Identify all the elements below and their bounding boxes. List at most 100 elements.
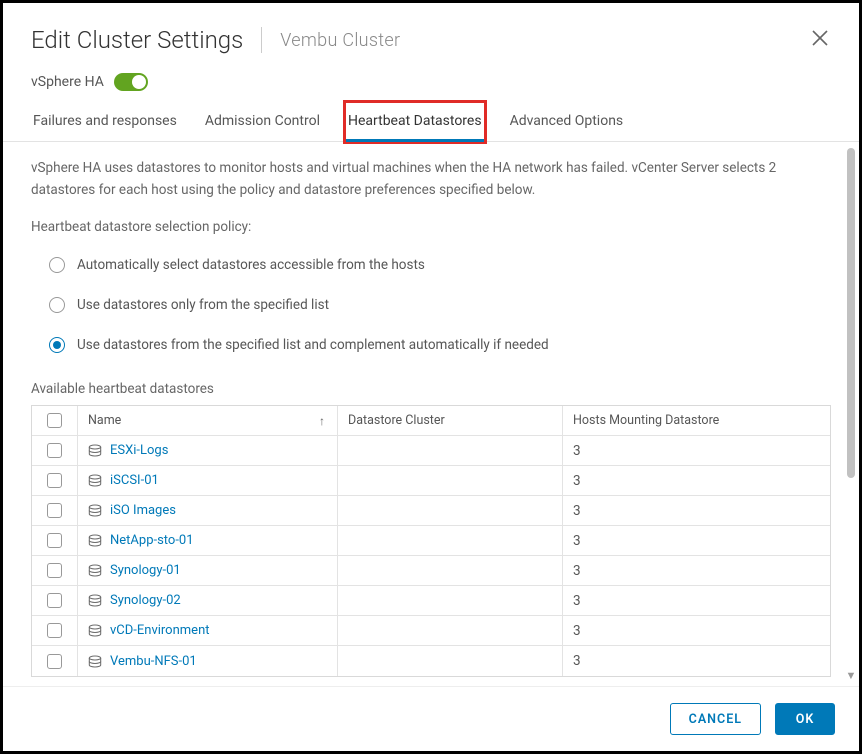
row-checkbox[interactable] — [47, 563, 62, 578]
row-name-cell: vCD-Environment — [78, 616, 338, 645]
description-text: vSphere HA uses datastores to monitor ho… — [31, 158, 831, 201]
toggle-knob — [132, 75, 146, 89]
row-checkbox-cell — [32, 616, 78, 645]
datastore-icon — [88, 444, 102, 457]
datastore-link[interactable]: ESXi-Logs — [110, 443, 168, 458]
cancel-button[interactable]: CANCEL — [670, 703, 761, 735]
dialog-frame: Edit Cluster Settings Vembu Cluster vSph… — [0, 0, 862, 754]
row-checkbox-cell — [32, 586, 78, 615]
row-checkbox[interactable] — [47, 443, 62, 458]
scroll-thumb[interactable] — [847, 148, 855, 478]
datastore-icon — [88, 655, 102, 668]
vsphere-ha-toggle[interactable] — [114, 73, 148, 91]
row-hosts-cell: 3 — [563, 436, 830, 465]
table-row: iSO Images 3 — [32, 496, 830, 526]
row-hosts-cell: 3 — [563, 646, 830, 676]
row-hosts-cell: 3 — [563, 616, 830, 645]
policy-option-label: Use datastores from the specified list a… — [77, 337, 549, 353]
row-cluster-cell — [338, 646, 563, 676]
content-scrollbar[interactable]: ▼ — [845, 148, 857, 680]
dialog-title: Edit Cluster Settings — [31, 26, 243, 54]
header-cluster[interactable]: Datastore Cluster — [338, 406, 563, 435]
row-name-cell: iSCSI-01 — [78, 466, 338, 495]
table-row: iSCSI-01 3 — [32, 466, 830, 496]
row-checkbox-cell — [32, 646, 78, 676]
row-checkbox[interactable] — [47, 623, 62, 638]
row-hosts-cell: 3 — [563, 496, 830, 525]
datastore-link[interactable]: iSCSI-01 — [110, 473, 159, 488]
close-button[interactable] — [807, 25, 833, 55]
datastore-link[interactable]: Synology-01 — [110, 563, 181, 578]
select-all-checkbox[interactable] — [47, 413, 62, 428]
header-hosts[interactable]: Hosts Mounting Datastore — [563, 406, 830, 435]
table-row: Synology-02 3 — [32, 586, 830, 616]
row-checkbox[interactable] — [47, 654, 62, 669]
row-name-cell: NetApp-sto-01 — [78, 526, 338, 555]
vsphere-ha-row: vSphere HA — [3, 63, 859, 103]
row-name-cell: iSO Images — [78, 496, 338, 525]
header-name-label: Name — [88, 413, 121, 428]
header-checkbox-cell — [32, 406, 78, 435]
content: vSphere HA uses datastores to monitor ho… — [3, 142, 859, 686]
sort-ascending-icon: ↑ — [319, 414, 325, 428]
dialog-footer: CANCEL OK — [3, 686, 859, 751]
table-header: Name ↑ Datastore Cluster Hosts Mounting … — [32, 406, 830, 436]
policy-option-complement[interactable]: Use datastores from the specified list a… — [31, 331, 831, 371]
radio-icon — [49, 337, 65, 353]
dialog-header: Edit Cluster Settings Vembu Cluster — [3, 3, 859, 63]
policy-option-label: Automatically select datastores accessib… — [77, 257, 425, 273]
row-hosts-cell: 3 — [563, 556, 830, 585]
tab-advanced-options[interactable]: Advanced Options — [508, 103, 626, 141]
row-checkbox-cell — [32, 466, 78, 495]
row-hosts-cell: 3 — [563, 526, 830, 555]
tab-heartbeat-datastores[interactable]: Heartbeat Datastores — [346, 103, 484, 141]
datastore-icon — [88, 534, 102, 547]
scroll-down-icon[interactable]: ▼ — [845, 669, 857, 682]
row-checkbox-cell — [32, 526, 78, 555]
tab-admission-control[interactable]: Admission Control — [203, 103, 322, 141]
datastore-icon — [88, 474, 102, 487]
tab-failures-responses[interactable]: Failures and responses — [31, 103, 179, 141]
datastore-icon — [88, 594, 102, 607]
datastore-link[interactable]: vCD-Environment — [110, 623, 210, 638]
table-row: Vembu-NFS-01 3 — [32, 646, 830, 676]
row-checkbox[interactable] — [47, 593, 62, 608]
row-checkbox-cell — [32, 436, 78, 465]
row-cluster-cell — [338, 436, 563, 465]
policy-section-label: Heartbeat datastore selection policy: — [31, 219, 831, 235]
ok-button[interactable]: OK — [775, 703, 835, 735]
row-cluster-cell — [338, 526, 563, 555]
row-checkbox-cell — [32, 496, 78, 525]
radio-icon — [49, 297, 65, 313]
policy-option-auto[interactable]: Automatically select datastores accessib… — [31, 251, 831, 291]
datastore-link[interactable]: iSO Images — [110, 503, 176, 518]
table-row: Synology-01 3 — [32, 556, 830, 586]
row-cluster-cell — [338, 556, 563, 585]
close-icon — [811, 29, 829, 47]
row-name-cell: ESXi-Logs — [78, 436, 338, 465]
title-separator — [261, 27, 262, 53]
row-cluster-cell — [338, 616, 563, 645]
row-cluster-cell — [338, 466, 563, 495]
datastore-link[interactable]: Synology-02 — [110, 593, 181, 608]
cluster-name: Vembu Cluster — [280, 30, 400, 51]
policy-option-label: Use datastores only from the specified l… — [77, 297, 329, 313]
vsphere-ha-label: vSphere HA — [31, 74, 104, 90]
datastore-link[interactable]: NetApp-sto-01 — [110, 533, 194, 548]
row-checkbox[interactable] — [47, 473, 62, 488]
header-name[interactable]: Name ↑ — [78, 406, 338, 435]
row-name-cell: Synology-01 — [78, 556, 338, 585]
row-hosts-cell: 3 — [563, 586, 830, 615]
radio-icon — [49, 257, 65, 273]
row-checkbox[interactable] — [47, 503, 62, 518]
row-cluster-cell — [338, 496, 563, 525]
row-checkbox[interactable] — [47, 533, 62, 548]
row-checkbox-cell — [32, 556, 78, 585]
row-hosts-cell: 3 — [563, 466, 830, 495]
datastore-link[interactable]: Vembu-NFS-01 — [110, 654, 197, 669]
row-cluster-cell — [338, 586, 563, 615]
datastore-table: Name ↑ Datastore Cluster Hosts Mounting … — [31, 405, 831, 677]
table-body: ESXi-Logs 3 iSCSI-01 3 iSO Images 3 NetApp-sto… — [32, 436, 830, 676]
policy-option-list-only[interactable]: Use datastores only from the specified l… — [31, 291, 831, 331]
available-datastores-label: Available heartbeat datastores — [31, 381, 831, 397]
